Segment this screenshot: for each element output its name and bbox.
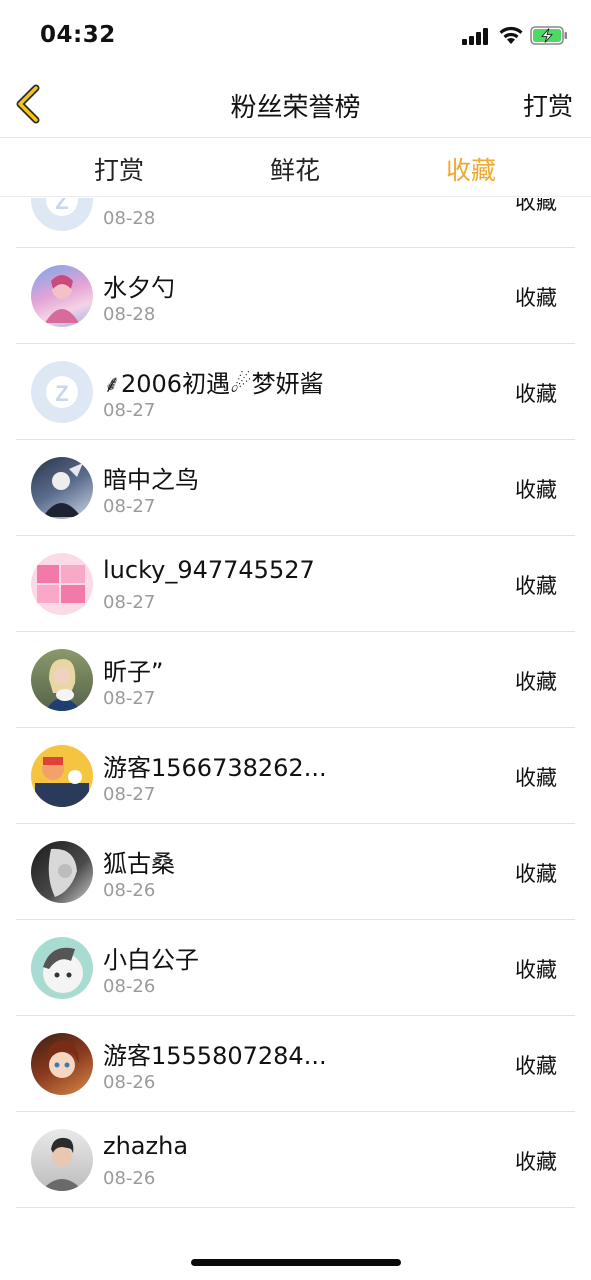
- status-time: 04:32: [40, 22, 116, 48]
- fan-date: 08-28: [103, 208, 156, 229]
- favorite-action[interactable]: 收藏: [515, 282, 557, 312]
- photo-avatar-icon: [31, 841, 93, 903]
- qq-default-avatar-icon: Z: [31, 361, 93, 423]
- tab-favorites[interactable]: 收藏: [411, 151, 531, 187]
- favorite-action[interactable]: 收藏: [515, 198, 557, 216]
- qq-default-avatar-icon: Z: [31, 198, 93, 231]
- fan-name: 小白公子: [103, 946, 199, 974]
- fan-date: 08-28: [103, 304, 156, 325]
- favorite-action[interactable]: 收藏: [515, 378, 557, 408]
- list-item: Z 08-28 收藏: [16, 198, 575, 248]
- cartoon-avatar-icon: [31, 745, 93, 807]
- fan-name: zhazha: [103, 1132, 189, 1160]
- fan-date: 08-27: [103, 592, 156, 613]
- favorite-action[interactable]: 收藏: [515, 1050, 557, 1080]
- photo-avatar-icon: [31, 1129, 93, 1191]
- fan-name: lucky_947745527: [103, 556, 315, 584]
- list-item: Z ⸙2006初遇☄梦妍酱 08-27 收藏: [16, 344, 575, 440]
- fan-date: 08-27: [103, 784, 156, 805]
- pink-text-avatar-icon: [31, 553, 93, 615]
- fan-name: 水夕勺: [103, 274, 175, 302]
- fan-name: 暗中之鸟: [103, 466, 199, 494]
- wifi-icon: [499, 26, 523, 44]
- anime-avatar-icon: [31, 265, 93, 327]
- fan-date: 08-26: [103, 1168, 156, 1189]
- battery-charging-icon: [530, 26, 567, 45]
- favorite-action[interactable]: 收藏: [515, 570, 557, 600]
- cartoon-avatar-icon: [31, 937, 93, 999]
- fan-name: 狐古桑: [103, 850, 175, 878]
- favorite-action[interactable]: 收藏: [515, 954, 557, 984]
- reward-button[interactable]: 打赏: [523, 87, 573, 123]
- favorite-action[interactable]: 收藏: [515, 666, 557, 696]
- home-indicator[interactable]: [191, 1259, 401, 1266]
- fan-date: 08-26: [103, 880, 156, 901]
- list-item: 狐古桑 08-26 收藏: [16, 824, 575, 920]
- svg-text:Z: Z: [55, 381, 68, 406]
- fan-list[interactable]: Z 08-28 收藏 水夕勺 08-28 收藏 Z ⸙2006初遇☄梦妍酱 08…: [0, 198, 591, 1238]
- fan-date: 08-26: [103, 976, 156, 997]
- list-item: 游客1555807284... 08-26 收藏: [16, 1016, 575, 1112]
- anime-avatar-icon: [31, 1033, 93, 1095]
- list-item: 小白公子 08-26 收藏: [16, 920, 575, 1016]
- list-item: 昕子” 08-27 收藏: [16, 632, 575, 728]
- photo-avatar-icon: [31, 649, 93, 711]
- fan-date: 08-26: [103, 1072, 156, 1093]
- fan-date: 08-27: [103, 400, 156, 421]
- fan-date: 08-27: [103, 688, 156, 709]
- tab-reward[interactable]: 打赏: [59, 151, 179, 187]
- list-item: 暗中之鸟 08-27 收藏: [16, 440, 575, 536]
- list-item: zhazha 08-26 收藏: [16, 1112, 575, 1208]
- navigation-bar: 粉丝荣誉榜 打赏: [0, 70, 591, 138]
- list-item: 游客1566738262... 08-27 收藏: [16, 728, 575, 824]
- favorite-action[interactable]: 收藏: [515, 474, 557, 504]
- tab-bar: 打赏 鲜花 收藏: [0, 139, 591, 197]
- favorite-action[interactable]: 收藏: [515, 1146, 557, 1176]
- fan-name: 游客1566738262...: [103, 754, 327, 782]
- svg-text:Z: Z: [55, 198, 68, 214]
- fan-name: 游客1555807284...: [103, 1042, 327, 1070]
- cellular-signal-icon: [462, 27, 490, 45]
- anime-avatar-icon: [31, 457, 93, 519]
- favorite-action[interactable]: 收藏: [515, 858, 557, 888]
- page-title: 粉丝荣誉榜: [230, 93, 361, 123]
- fan-name: ⸙2006初遇☄梦妍酱: [103, 370, 324, 398]
- list-item: 水夕勺 08-28 收藏: [16, 248, 575, 344]
- fan-date: 08-27: [103, 496, 156, 517]
- favorite-action[interactable]: 收藏: [515, 762, 557, 792]
- status-bar: 04:32: [0, 0, 591, 70]
- tab-flowers[interactable]: 鲜花: [235, 151, 355, 187]
- fan-name: 昕子”: [103, 658, 164, 686]
- list-item: lucky_947745527 08-27 收藏: [16, 536, 575, 632]
